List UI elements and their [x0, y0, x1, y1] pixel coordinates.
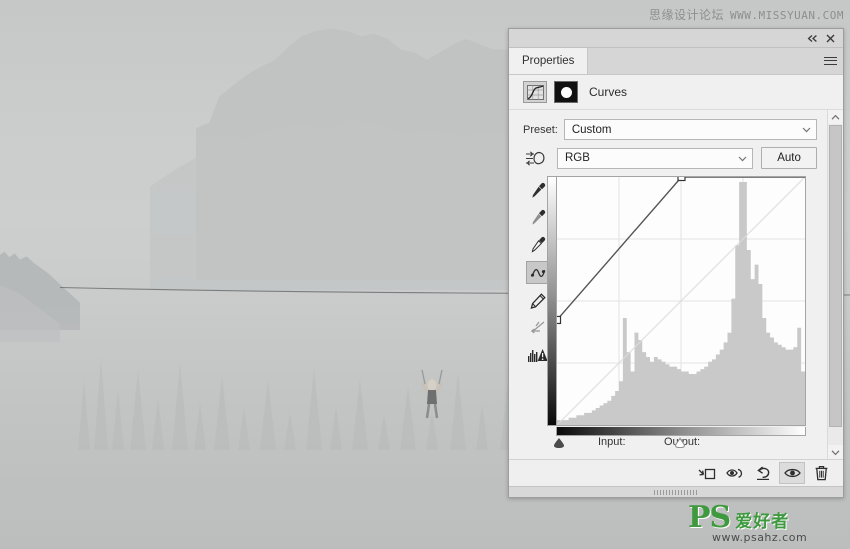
curve-graph-wrapper: Input: Output:: [547, 176, 806, 449]
output-gradient-strip: [547, 176, 556, 426]
on-image-adjustment-glyph: [526, 150, 545, 166]
scroll-up-button[interactable]: [828, 110, 843, 124]
collapse-panel-button[interactable]: [803, 30, 821, 46]
hamburger-menu-icon: [823, 56, 837, 66]
on-image-adjustment-icon[interactable]: [523, 148, 549, 168]
white-triangle-icon: [675, 437, 686, 449]
properties-panel: Properties Curves Preset: Custom RGB Aut…: [508, 28, 844, 498]
chevron-down-icon: [802, 127, 811, 133]
scrollbar-track[interactable]: [828, 124, 843, 445]
eye-glyph: [783, 468, 801, 478]
black-triangle-icon: [553, 438, 564, 448]
preset-value: Custom: [571, 123, 612, 136]
close-panel-button[interactable]: [821, 30, 839, 46]
logo-ps-text: PS: [688, 500, 731, 536]
chevron-down-icon: [738, 156, 747, 161]
curves-adjustment-icon[interactable]: [523, 81, 547, 103]
preset-label: Preset:: [523, 123, 558, 136]
clip-to-layer-glyph: [698, 468, 716, 479]
preset-row: Preset: Custom: [523, 119, 817, 140]
chevron-up-icon: [831, 114, 840, 120]
input-gradient-strip: [556, 427, 806, 436]
preset-select[interactable]: Custom: [563, 119, 817, 140]
gray-point-eyedropper-icon[interactable]: [527, 207, 549, 228]
adjustment-title: Curves: [589, 85, 628, 99]
curve-line[interactable]: [557, 177, 805, 425]
curves-controls: Preset: Custom RGB Auto Input:: [509, 110, 827, 459]
panel-footer-toolbar: [509, 459, 843, 486]
chevron-down-icon: [831, 449, 840, 455]
panel-content: Preset: Custom RGB Auto Input:: [509, 110, 843, 459]
eyedropper-white-glyph: [531, 236, 545, 253]
panel-tab-bar: Properties: [509, 48, 843, 75]
view-previous-state-icon[interactable]: [723, 463, 747, 483]
draw-curve-pencil-icon[interactable]: [527, 290, 549, 311]
tab-bar-filler: [588, 48, 817, 74]
scroll-down-button[interactable]: [828, 445, 843, 459]
black-point-slider[interactable]: [553, 438, 565, 448]
channel-value: RGB: [565, 152, 590, 164]
layer-mask-thumbnail[interactable]: [554, 81, 578, 103]
channel-select[interactable]: RGB: [557, 147, 754, 169]
input-label: Input:: [598, 436, 626, 448]
pencil-glyph: [530, 292, 546, 309]
auto-button[interactable]: Auto: [761, 147, 817, 169]
reset-undo-arrow-glyph: [757, 465, 770, 480]
logo-chinese-text: 爱好者: [735, 512, 790, 533]
panel-scrollbar[interactable]: [827, 110, 843, 459]
forum-watermark-top: 思缘设计论坛 WWW.MISSYUAN.COM: [649, 6, 844, 23]
close-icon: [826, 34, 834, 42]
curves-glyph-icon: [526, 84, 544, 100]
curve-graph[interactable]: [556, 176, 806, 426]
curve-editor-area: Input: Output:: [509, 176, 827, 449]
curve-point-tool-icon: [530, 268, 546, 277]
smooth-curve-icon[interactable]: [527, 317, 549, 338]
trash-can-glyph: [815, 466, 827, 481]
reset-adjustment-icon[interactable]: [751, 463, 775, 483]
black-point-eyedropper-icon[interactable]: [527, 180, 549, 201]
white-point-slider[interactable]: [674, 437, 686, 449]
adjustment-header: Curves: [509, 75, 843, 110]
histogram-warning-glyph: [528, 348, 548, 362]
mask-white-circle: [560, 86, 572, 98]
scrollbar-thumb[interactable]: [829, 125, 842, 427]
panel-menu-button[interactable]: [817, 48, 843, 74]
logo-url-text: www.psahz.com: [712, 530, 808, 544]
grip-lines-icon: [654, 489, 698, 495]
previous-state-eye-glyph: [725, 468, 742, 478]
watermark-chinese-text: 思缘设计论坛: [649, 8, 725, 22]
toggle-layer-visibility-icon[interactable]: [779, 462, 805, 484]
clip-to-layer-icon[interactable]: [695, 463, 719, 483]
input-output-readout: Input: Output:: [598, 436, 806, 448]
watermark-url-text: WWW.MISSYUAN.COM: [730, 9, 844, 22]
psahz-logo-watermark: PS 爱好者 www.psahz.com: [688, 501, 846, 547]
channel-row: RGB Auto: [523, 147, 817, 169]
eyedropper-gray-glyph: [531, 209, 545, 225]
white-point-eyedropper-icon[interactable]: [527, 234, 549, 255]
input-readout: Input:: [598, 436, 664, 448]
tab-properties[interactable]: Properties: [509, 48, 589, 74]
double-chevron-left-icon: [807, 34, 817, 42]
logo-row: PS 爱好者: [688, 500, 790, 536]
photo-zipline-rider: [420, 369, 444, 419]
clipping-warning-icon[interactable]: [527, 344, 549, 365]
panel-resize-grip[interactable]: [509, 486, 843, 497]
panel-title-bar[interactable]: [509, 29, 843, 48]
delete-adjustment-layer-icon[interactable]: [809, 463, 833, 483]
eyedropper-black-glyph: [531, 182, 545, 198]
smooth-points-glyph: [530, 321, 544, 334]
